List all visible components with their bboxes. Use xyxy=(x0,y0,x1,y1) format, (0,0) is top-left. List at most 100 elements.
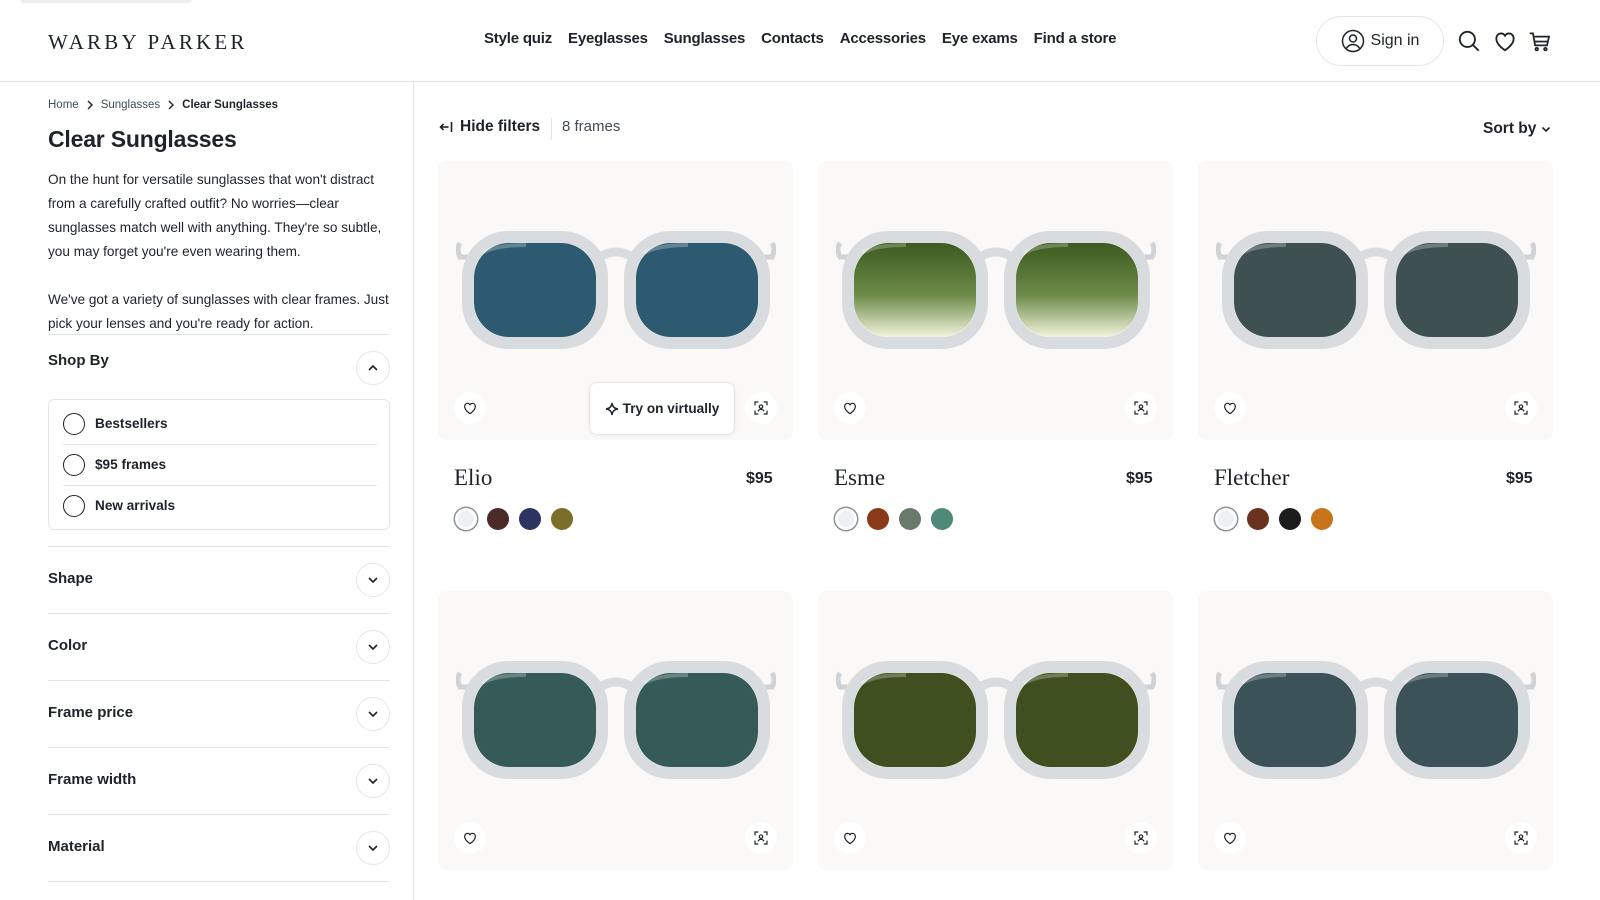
shop-by-toggle[interactable] xyxy=(356,351,390,385)
radio-button[interactable] xyxy=(63,412,85,435)
filter-frame-width-toggle[interactable] xyxy=(356,764,390,798)
color-swatch[interactable] xyxy=(867,508,889,530)
product-card-image[interactable] xyxy=(818,591,1173,870)
product-card-image[interactable] xyxy=(818,161,1173,440)
virtual-try-on-button[interactable] xyxy=(745,392,777,424)
results-count: 8 frames xyxy=(562,118,621,135)
try-on-label: Try on virtually xyxy=(622,401,720,416)
sparkle-icon xyxy=(605,402,618,415)
product-card-image[interactable] xyxy=(1198,161,1553,440)
product-name[interactable]: Esme xyxy=(834,465,885,491)
search-icon[interactable] xyxy=(1456,28,1482,54)
sign-in-button[interactable]: Sign in xyxy=(1316,16,1444,66)
color-swatch[interactable] xyxy=(931,508,953,530)
heart-icon xyxy=(1224,832,1236,845)
favorite-button[interactable] xyxy=(1214,822,1246,854)
filter-sidebar: Home Sunglasses Clear Sunglasses Clear S… xyxy=(0,82,414,900)
site-header: WARBY PARKER Style quiz Eyeglasses Sungl… xyxy=(0,0,1600,82)
favorite-button[interactable] xyxy=(454,822,486,854)
color-swatch[interactable] xyxy=(1247,508,1269,530)
divider xyxy=(48,334,390,335)
favorite-button[interactable] xyxy=(834,822,866,854)
nav-eye-exams[interactable]: Eye exams xyxy=(934,30,1026,47)
product-name[interactable]: Fletcher xyxy=(1214,465,1289,491)
chevron-down-icon xyxy=(368,711,378,718)
shop-by-options: Bestsellers $95 frames New arrivals xyxy=(48,399,390,530)
color-swatch[interactable] xyxy=(455,508,477,530)
filter-shape-toggle[interactable] xyxy=(356,563,390,597)
sunglasses-image[interactable] xyxy=(456,223,776,353)
virtual-try-on-button[interactable] xyxy=(745,822,777,854)
chevron-down-icon xyxy=(368,577,378,584)
color-swatches xyxy=(1215,508,1333,530)
color-swatch[interactable] xyxy=(1311,508,1333,530)
color-swatch[interactable] xyxy=(899,508,921,530)
color-swatches xyxy=(835,508,953,530)
virtual-try-on-button[interactable] xyxy=(1125,822,1157,854)
favorite-button[interactable] xyxy=(834,392,866,424)
cart-icon[interactable] xyxy=(1527,28,1553,54)
radio-button[interactable] xyxy=(63,494,85,517)
option-new-arrivals[interactable]: New arrivals xyxy=(63,485,377,526)
virtual-try-on-button[interactable] xyxy=(1125,392,1157,424)
heart-icon[interactable] xyxy=(1492,28,1518,54)
virtual-try-on-button[interactable] xyxy=(1505,392,1537,424)
nav-sunglasses[interactable]: Sunglasses xyxy=(656,30,753,47)
sunglasses-image[interactable] xyxy=(836,653,1156,783)
product-card-image[interactable] xyxy=(438,591,793,870)
heart-icon xyxy=(844,402,856,415)
try-on-virtually-tooltip[interactable]: Try on virtually xyxy=(589,382,735,435)
option-95-frames[interactable]: $95 frames xyxy=(63,444,377,485)
option-label: $95 frames xyxy=(95,457,167,472)
face-scan-icon xyxy=(754,401,768,415)
nav-accessories[interactable]: Accessories xyxy=(832,30,934,47)
nav-find-a-store[interactable]: Find a store xyxy=(1026,30,1125,47)
heart-icon xyxy=(464,832,476,845)
shop-by-title[interactable]: Shop By xyxy=(48,352,109,369)
color-swatches xyxy=(455,508,573,530)
nav-contacts[interactable]: Contacts xyxy=(753,30,832,47)
top-tab-indicator xyxy=(20,0,192,3)
filter-color-toggle[interactable] xyxy=(356,630,390,664)
favorite-button[interactable] xyxy=(454,392,486,424)
sunglasses-image[interactable] xyxy=(456,653,776,783)
breadcrumb-home[interactable]: Home xyxy=(48,99,79,111)
chevron-up-icon xyxy=(368,364,378,371)
color-swatch[interactable] xyxy=(1215,508,1237,530)
description-paragraph: On the hunt for versatile sunglasses tha… xyxy=(48,172,382,259)
filter-frame-width-title[interactable]: Frame width xyxy=(48,771,136,788)
sunglasses-image[interactable] xyxy=(1216,653,1536,783)
heart-icon xyxy=(844,832,856,845)
product-card-image[interactable] xyxy=(1198,591,1553,870)
user-icon xyxy=(1341,29,1364,53)
page-description: On the hunt for versatile sunglasses tha… xyxy=(48,168,392,336)
color-swatch[interactable] xyxy=(551,508,573,530)
description-paragraph: We've got a variety of sunglasses with c… xyxy=(48,292,389,331)
hide-filters-button[interactable]: Hide filters xyxy=(438,118,540,136)
color-swatch[interactable] xyxy=(519,508,541,530)
brand-logo[interactable]: WARBY PARKER xyxy=(48,30,248,55)
color-swatch[interactable] xyxy=(487,508,509,530)
nav-style-quiz[interactable]: Style quiz xyxy=(476,30,560,47)
filter-color-title[interactable]: Color xyxy=(48,637,87,654)
color-swatch[interactable] xyxy=(1279,508,1301,530)
virtual-try-on-button[interactable] xyxy=(1505,822,1537,854)
radio-button[interactable] xyxy=(63,453,85,476)
filter-material-title[interactable]: Material xyxy=(48,838,105,855)
product-price: $95 xyxy=(1506,470,1533,487)
filter-frame-price-toggle[interactable] xyxy=(356,697,390,731)
filter-frame-price-title[interactable]: Frame price xyxy=(48,704,133,721)
favorite-button[interactable] xyxy=(1214,392,1246,424)
nav-eyeglasses[interactable]: Eyeglasses xyxy=(560,30,656,47)
product-name[interactable]: Elio xyxy=(454,465,492,491)
heart-icon xyxy=(464,402,476,415)
sunglasses-image[interactable] xyxy=(836,223,1156,353)
divider xyxy=(48,814,390,815)
sunglasses-image[interactable] xyxy=(1216,223,1536,353)
breadcrumb-sunglasses[interactable]: Sunglasses xyxy=(101,99,160,111)
color-swatch[interactable] xyxy=(835,508,857,530)
filter-shape-title[interactable]: Shape xyxy=(48,570,93,587)
option-bestsellers[interactable]: Bestsellers xyxy=(63,403,377,444)
sort-by-dropdown[interactable]: Sort by xyxy=(1483,120,1552,138)
filter-material-toggle[interactable] xyxy=(356,831,390,865)
